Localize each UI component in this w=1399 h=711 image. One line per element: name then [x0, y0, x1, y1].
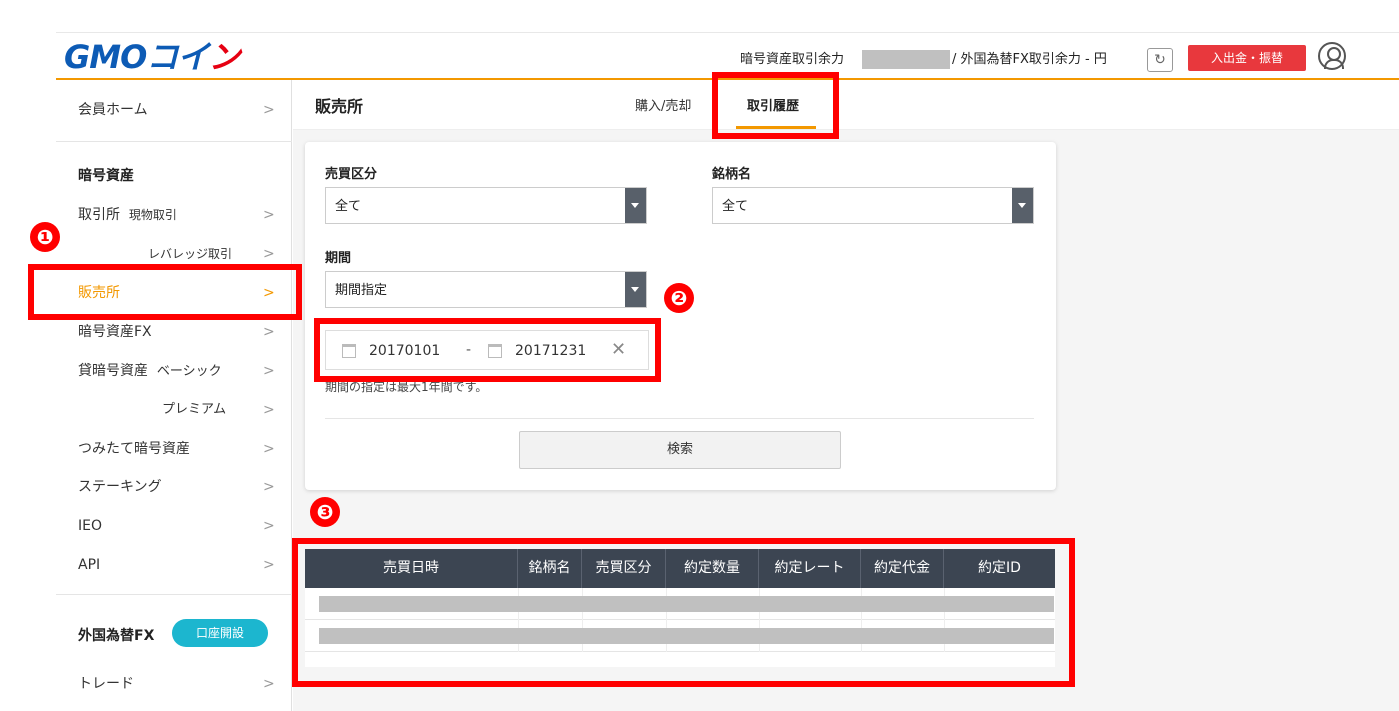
sidebar-item-api[interactable]: API > — [56, 546, 292, 584]
header: GMOコイン 暗号資産取引余力 / 外国為替FX取引余力 - 円 ↻ 入出金・振… — [0, 33, 1399, 79]
sidebar-divider — [56, 141, 292, 142]
main-header: 販売所 購入/売却 取引履歴 — [293, 80, 1399, 130]
refresh-button[interactable]: ↻ — [1147, 48, 1173, 72]
sidebar-item-label: つみたて暗号資産 — [78, 441, 190, 457]
page-title: 販売所 — [315, 97, 364, 116]
annotation-number-2: ❷ — [664, 283, 694, 313]
annotation-box-table — [292, 538, 1075, 687]
symbol-select-value: 全て — [722, 199, 749, 214]
annotation-box-history-tab — [712, 72, 839, 139]
redacted-balance — [862, 50, 950, 69]
search-button[interactable]: 検索 — [519, 431, 841, 469]
symbol-filter-label: 銘柄名 — [712, 167, 752, 182]
chevron-right-icon: > — [263, 518, 275, 534]
chevron-right-icon: > — [263, 363, 275, 379]
annotation-box-date-range — [314, 318, 661, 382]
chevron-right-icon: > — [263, 479, 275, 495]
user-account-icon[interactable] — [1318, 42, 1346, 70]
annotation-number-1: ❶ — [30, 222, 60, 252]
exchange-label: 取引所 — [78, 207, 120, 223]
logo-accent-text: ン — [208, 38, 240, 76]
basic-label: ベーシック — [156, 364, 222, 379]
sidebar-heading-fx: 外国為替FX — [78, 628, 155, 644]
sidebar-item-lending-premium[interactable]: プレミアム > — [56, 391, 292, 429]
sidebar-item-label: 会員ホーム — [78, 102, 148, 118]
sidebar-item-staking[interactable]: ステーキング > — [56, 468, 292, 506]
chevron-right-icon: > — [263, 441, 275, 457]
sidebar-item-label: IEO — [78, 518, 102, 534]
annotation-box-sales-menu — [28, 264, 302, 320]
side-select-value: 全て — [335, 199, 362, 214]
logo-text: GMOコイ — [64, 38, 209, 76]
gmo-coin-logo[interactable]: GMOコイン — [64, 38, 240, 76]
sidebar-item-label: プレミアム — [162, 402, 227, 417]
sidebar-item-trade[interactable]: トレード > — [56, 665, 292, 703]
symbol-select[interactable]: 全て — [712, 187, 1034, 224]
sidebar-heading-crypto: 暗号資産 — [78, 168, 134, 184]
sidebar-item-label: 取引所 現物取引 — [78, 206, 177, 224]
filter-card: 売買区分 全て 銘柄名 全て 期間 期間指定 期間の指定は最大1年間です。 20… — [305, 142, 1056, 490]
chevron-right-icon: > — [263, 324, 275, 340]
side-filter-label: 売買区分 — [325, 167, 378, 182]
sidebar-item-label: レバレッジ取引 — [148, 247, 233, 261]
sidebar-divider — [56, 594, 292, 595]
side-select[interactable]: 全て — [325, 187, 647, 224]
deposit-transfer-button[interactable]: 入出金・振替 — [1188, 45, 1306, 71]
chevron-right-icon: > — [263, 246, 275, 262]
fx-balance-label: / 外国為替FX取引余力 - 円 — [952, 52, 1107, 67]
lending-label: 貸暗号資産 — [78, 363, 148, 379]
sidebar-item-lending-basic[interactable]: 貸暗号資産 ベーシック > — [56, 352, 292, 390]
crypto-balance-label: 暗号資産取引余力 — [740, 52, 845, 67]
period-select-value: 期間指定 — [335, 283, 388, 298]
spot-label: 現物取引 — [128, 208, 177, 222]
sidebar-item-label: API — [78, 557, 101, 573]
refresh-icon: ↻ — [1154, 52, 1166, 68]
chevron-down-icon — [1012, 188, 1033, 223]
sidebar-item-exchange-spot[interactable]: 取引所 現物取引 > — [56, 196, 292, 234]
chevron-right-icon: > — [263, 402, 275, 418]
chevron-right-icon: > — [263, 207, 275, 223]
open-account-button[interactable]: 口座開設 — [172, 619, 268, 647]
sidebar: 会員ホーム > 暗号資産 取引所 現物取引 > レバレッジ取引 > 販売所 > … — [56, 80, 292, 711]
sidebar-item-label: 貸暗号資産 ベーシック — [78, 362, 222, 381]
chevron-right-icon: > — [263, 676, 275, 692]
chevron-right-icon: > — [263, 557, 275, 573]
sidebar-item-ieo[interactable]: IEO > — [56, 507, 292, 545]
period-select[interactable]: 期間指定 — [325, 271, 647, 308]
period-filter-label: 期間 — [325, 251, 352, 266]
chevron-right-icon: > — [263, 102, 275, 118]
sidebar-item-label: ステーキング — [78, 479, 162, 495]
sidebar-item-label: 暗号資産FX — [78, 324, 152, 340]
sidebar-item-label: トレード — [78, 676, 134, 692]
tab-buy-sell[interactable]: 購入/売却 — [635, 95, 691, 114]
card-divider — [325, 418, 1034, 419]
sidebar-item-tsumitate[interactable]: つみたて暗号資産 > — [56, 430, 292, 468]
chevron-down-icon — [625, 188, 646, 223]
sidebar-item-home[interactable]: 会員ホーム > — [56, 91, 292, 129]
annotation-number-3: ❸ — [310, 497, 340, 527]
chevron-down-icon — [625, 272, 646, 307]
